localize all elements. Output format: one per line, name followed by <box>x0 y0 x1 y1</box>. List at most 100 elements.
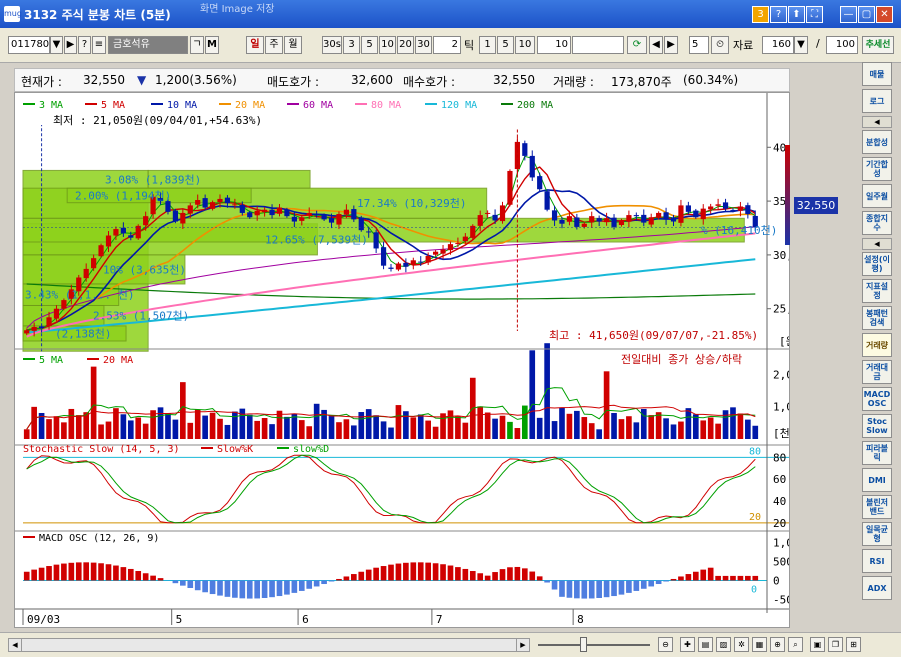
zoom-slider-thumb[interactable] <box>580 637 587 652</box>
sidebar-price-volume-button[interactable]: 매물 <box>862 62 892 86</box>
candle-body <box>188 205 193 213</box>
period-month-button[interactable]: 월 <box>284 36 302 54</box>
sidebar-collapse-icon[interactable]: ◀ <box>862 238 892 250</box>
scroll-right-icon[interactable]: ▶ <box>516 639 529 651</box>
sidebar-minute-merge-button[interactable]: 분합성 <box>862 130 892 154</box>
scroll-left-icon[interactable]: ◀ <box>9 639 22 651</box>
macd-osc-bar <box>738 576 744 581</box>
candle-body <box>411 260 416 265</box>
fullscreen-button[interactable]: ⛶ <box>806 6 823 23</box>
sidebar-rsi-button[interactable]: RSI <box>862 549 892 573</box>
sidebar-trade-value-button[interactable]: 거래대금 <box>862 360 892 384</box>
refresh-icon[interactable]: ⟳ <box>627 36 647 54</box>
min-10-button[interactable]: 10 <box>379 36 396 54</box>
minute-input[interactable]: 2 <box>433 36 461 54</box>
next-icon[interactable]: ▶ <box>664 36 678 54</box>
copy-icon[interactable]: ❐ <box>828 637 843 652</box>
code-dropdown-icon[interactable]: ▼ <box>50 36 63 54</box>
sidebar-period-merge-button[interactable]: 기간합성 <box>862 157 892 181</box>
sidebar-ichimoku-button[interactable]: 일목균형 <box>862 522 892 546</box>
menu-m-icon[interactable]: M <box>205 36 219 54</box>
magnify-plus-icon[interactable]: ⊕ <box>770 637 785 652</box>
macd-osc-bar <box>410 562 416 580</box>
chart-svg[interactable]: 25,00030,00035,00040,000[원]1,0002,000[천주… <box>15 93 789 627</box>
clock-icon[interactable]: ⏲ <box>711 36 729 54</box>
sidebar-ma-settings-button[interactable]: 설정(이평) <box>862 252 892 276</box>
sidebar-adx-button[interactable]: ADX <box>862 576 892 600</box>
data-count-dropdown-icon[interactable]: ▼ <box>794 36 808 54</box>
macd-osc-bar <box>135 571 141 580</box>
tick-5-button[interactable]: 5 <box>497 36 514 54</box>
settings-icon[interactable]: ✲ <box>734 637 749 652</box>
candle-body <box>32 327 37 331</box>
volume-bar <box>723 410 729 439</box>
candle-body <box>403 263 408 267</box>
grid-icon[interactable]: ▦ <box>752 637 767 652</box>
macd-osc-bar <box>351 574 357 580</box>
zoom-out-icon[interactable]: ⊖ <box>658 637 673 652</box>
min-30-button[interactable]: 30 <box>415 36 432 54</box>
image-icon[interactable]: ▨ <box>716 637 731 652</box>
search-help-icon[interactable]: ? <box>78 36 91 54</box>
sidebar-dmi-button[interactable]: DMI <box>862 468 892 492</box>
volume-bar <box>715 424 721 439</box>
prev-icon[interactable]: ◀ <box>649 36 663 54</box>
min-20-button[interactable]: 20 <box>397 36 414 54</box>
macd-osc-bar <box>500 569 506 580</box>
candle-body <box>574 217 579 226</box>
candle-body <box>388 268 393 269</box>
pin-button[interactable]: ⬆ <box>788 6 805 23</box>
close-button[interactable]: ✕ <box>876 6 893 23</box>
sidebar-bollinger-button[interactable]: 볼린저밴드 <box>862 495 892 519</box>
period-week-button[interactable]: 주 <box>265 36 283 54</box>
sidebar-parabolic-button[interactable]: 피라볼릭 <box>862 441 892 465</box>
crosshair-icon[interactable]: ✚ <box>680 637 695 652</box>
sidebar-indicator-settings-button[interactable]: 지표설정 <box>862 279 892 303</box>
chart-area[interactable]: 25,00030,00035,00040,000[원]1,0002,000[천주… <box>14 92 790 628</box>
volume-bar <box>373 415 379 439</box>
help-button[interactable]: ? <box>770 6 787 23</box>
volume-bar <box>314 404 320 439</box>
sidebar-day-week-month-button[interactable]: 일주월 <box>862 184 892 208</box>
macd-osc-bar <box>574 580 580 598</box>
volume-bar <box>76 415 82 439</box>
count-input[interactable]: 5 <box>689 36 709 54</box>
export-icon[interactable]: ⊞ <box>846 637 861 652</box>
volume-bar <box>381 421 387 439</box>
macd-osc-bar <box>544 580 550 582</box>
min-5-button[interactable]: 5 <box>361 36 378 54</box>
macd-osc-bar <box>366 570 372 581</box>
macd-osc-bar <box>284 580 290 594</box>
layout-icon[interactable]: ▣ <box>810 637 825 652</box>
data-total-input[interactable]: 100 <box>826 36 858 54</box>
sidebar-collapse-icon[interactable]: ◀ <box>862 116 892 128</box>
code-input[interactable]: 011780 <box>8 36 50 54</box>
tick-1-button[interactable]: 1 <box>479 36 496 54</box>
horizontal-scrollbar[interactable]: ◀ ▶ <box>8 638 530 652</box>
print-icon[interactable]: ▤ <box>698 637 713 652</box>
magnify-icon[interactable]: ⌕ <box>788 637 803 652</box>
minimize-button[interactable]: — <box>840 6 857 23</box>
sec-30-button[interactable]: 30s <box>322 36 342 54</box>
sidebar-volume-button[interactable]: 거래량 <box>862 333 892 357</box>
tick-10-button[interactable]: 10 <box>515 36 535 54</box>
date-input[interactable] <box>572 36 624 54</box>
link-group-button[interactable]: 3 <box>752 6 769 23</box>
sidebar-log-button[interactable]: 로그 <box>862 89 892 113</box>
period-day-button[interactable]: 일 <box>246 36 264 54</box>
data-count-input[interactable]: 160 <box>762 36 794 54</box>
zoom-slider-track[interactable] <box>538 644 650 646</box>
tick-input[interactable]: 10 <box>537 36 571 54</box>
volume-bar <box>403 411 409 439</box>
sidebar-candle-pattern-button[interactable]: 봉패턴검색 <box>862 306 892 330</box>
macd-osc-bar <box>143 573 149 580</box>
macd-panel <box>23 562 767 598</box>
next-arrow-icon[interactable]: ▶ <box>64 36 77 54</box>
sidebar-composite-index-button[interactable]: 종합지수 <box>862 211 892 235</box>
stock-list-icon[interactable]: ≡ <box>92 36 106 54</box>
min-3-button[interactable]: 3 <box>343 36 360 54</box>
sidebar-stoc-slow-button[interactable]: Stoc Slow <box>862 414 892 438</box>
sidebar-macd-osc-button[interactable]: MACD OSC <box>862 387 892 411</box>
korean-mode-icon[interactable]: ㄱ <box>190 36 204 54</box>
maximize-button[interactable]: ▢ <box>858 6 875 23</box>
